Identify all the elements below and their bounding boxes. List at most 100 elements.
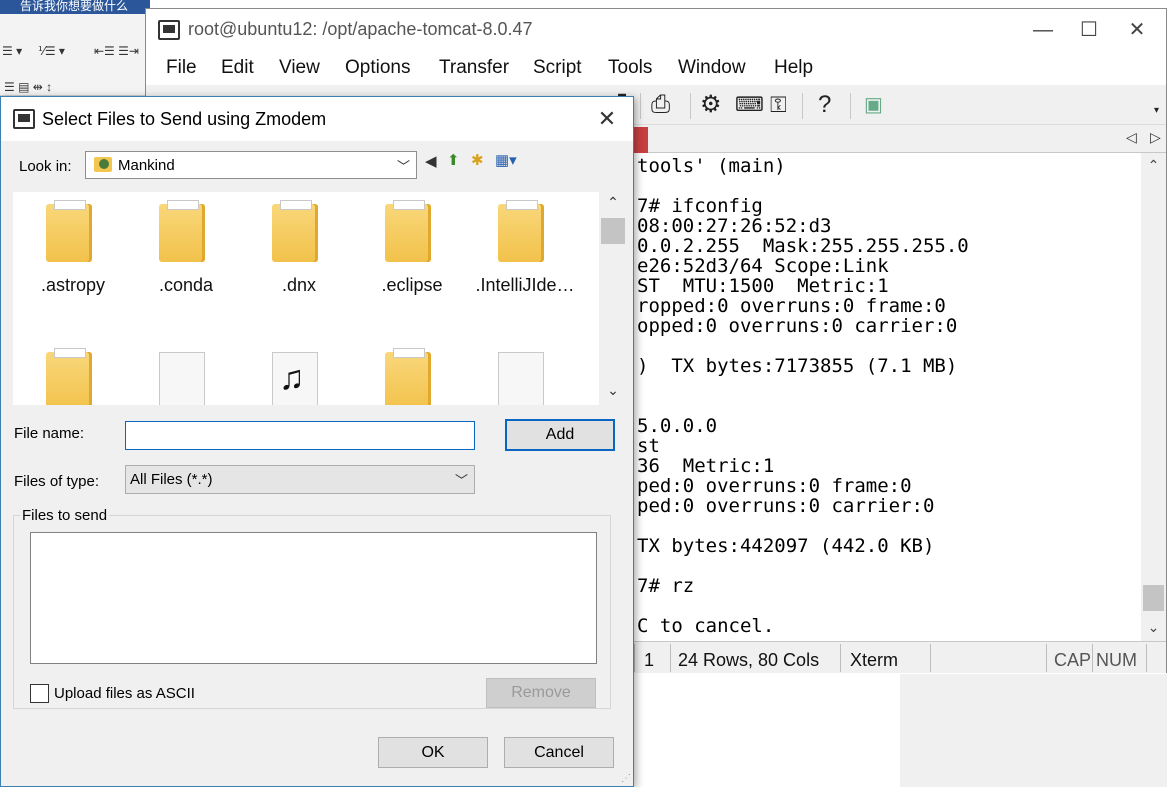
crt-titlebar: root@ubuntu12: /opt/apache-tomcat-8.0.47…: [146, 9, 1166, 51]
close-icon[interactable]: ✕: [1114, 15, 1160, 45]
new-folder-icon[interactable]: ✱: [471, 151, 484, 169]
status-separator: [1046, 644, 1047, 672]
print-icon[interactable]: ⎙: [651, 91, 670, 119]
align-left-icon[interactable]: ☰ ▤ ⇹ ↕: [4, 80, 52, 94]
minimize-icon[interactable]: —: [1020, 15, 1066, 45]
maximize-icon[interactable]: ☐: [1066, 15, 1112, 45]
file-name: .conda: [158, 275, 214, 295]
upload-ascii-label: Upload files as ASCII: [54, 685, 195, 702]
dialog-title: Select Files to Send using Zmodem: [42, 109, 327, 129]
background-panel: [900, 674, 1167, 787]
back-icon[interactable]: ◀: [425, 152, 437, 170]
scroll-thumb[interactable]: [1143, 585, 1164, 611]
resize-grip-icon[interactable]: ⋰: [621, 773, 631, 784]
status-line: 1: [644, 650, 655, 670]
folder-icon: [159, 200, 205, 262]
files-of-type-value: All Files (*.*): [130, 471, 213, 488]
toolbar-separator: [850, 93, 851, 119]
files-to-send-group: Files to send Upload files as ASCII Remo…: [13, 507, 611, 709]
files-to-send-label: Files to send: [20, 507, 110, 524]
keyboard-icon[interactable]: ⌨: [735, 91, 764, 119]
user-folder-icon: [94, 157, 112, 172]
file-icon: [159, 352, 205, 405]
file-name: .dnx: [281, 275, 317, 295]
look-in-label: Look in:: [19, 158, 72, 175]
zmodem-dialog: Select Files to Send using Zmodem ✕ Look…: [0, 96, 634, 787]
status-separator: [1146, 644, 1147, 672]
view-menu-icon[interactable]: ▦▾: [495, 151, 517, 169]
crt-window-title: root@ubuntu12: /opt/apache-tomcat-8.0.47: [188, 19, 533, 39]
file-name: .astropy: [40, 275, 106, 295]
menu-script[interactable]: Script: [533, 57, 582, 79]
folder-icon: [46, 200, 92, 262]
menu-window[interactable]: Window: [678, 57, 746, 79]
status-separator: [634, 644, 635, 672]
sftp-icon[interactable]: ▣: [864, 91, 883, 119]
scroll-down-icon[interactable]: ⌄: [1141, 619, 1166, 636]
up-folder-icon[interactable]: ⬆: [447, 151, 460, 169]
status-separator: [840, 644, 841, 672]
folder-item[interactable]: [13, 340, 113, 405]
dialog-close-icon[interactable]: ✕: [589, 105, 625, 133]
scroll-thumb[interactable]: [601, 218, 625, 244]
file-item[interactable]: [126, 340, 226, 405]
scroll-down-icon[interactable]: ⌄: [599, 382, 627, 399]
gear-icon[interactable]: ⚙: [700, 91, 722, 119]
list-numbered-icon[interactable]: ⅟☰ ▾: [38, 44, 65, 58]
folder-icon: [46, 348, 92, 405]
session-tab[interactable]: [634, 127, 648, 153]
background-area: [633, 674, 1167, 787]
files-to-send-list[interactable]: [30, 532, 597, 664]
folder-item[interactable]: .astropy: [13, 192, 113, 302]
menu-transfer[interactable]: Transfer: [439, 57, 509, 79]
toolbar-separator: [690, 93, 691, 119]
file-list-scrollbar[interactable]: ⌃ ⌄: [599, 192, 627, 405]
help-icon[interactable]: ?: [818, 91, 831, 119]
ok-button[interactable]: OK: [378, 737, 488, 768]
menu-options[interactable]: Options: [345, 57, 410, 79]
folder-icon: [385, 348, 431, 405]
background-editor-title: 告诉我你想要做什么: [0, 0, 150, 14]
file-item[interactable]: [239, 340, 339, 405]
chevron-down-icon: ﹀: [454, 473, 468, 488]
folder-item[interactable]: .dnx: [239, 192, 339, 302]
indent-decrease-icon[interactable]: ⇤☰ ☰⇥: [94, 44, 139, 58]
add-button[interactable]: Add: [505, 419, 615, 451]
terminal-scrollbar[interactable]: ⌃ ⌄: [1141, 153, 1166, 641]
menu-edit[interactable]: Edit: [221, 57, 254, 79]
tab-scroll-right-icon[interactable]: ▷: [1150, 129, 1161, 146]
file-icon: [498, 352, 544, 405]
files-of-type-select[interactable]: All Files (*.*) ﹀: [125, 465, 475, 494]
menu-view[interactable]: View: [279, 57, 320, 79]
folder-item[interactable]: .eclipse: [352, 192, 452, 302]
cancel-button[interactable]: Cancel: [504, 737, 614, 768]
list-bullets-icon[interactable]: ☰ ▾: [2, 44, 22, 58]
securecrt-app-icon: [158, 20, 180, 40]
toolbar-separator: [640, 93, 641, 119]
toolbar-overflow-icon[interactable]: ▾: [1154, 97, 1159, 125]
folder-item[interactable]: [352, 340, 452, 405]
folder-item[interactable]: .conda: [126, 192, 226, 302]
file-name: .eclipse: [381, 275, 443, 295]
desktop: 告诉我你想要做什么 ☰ ▾ ⅟☰ ▾ ⇤☰ ☰⇥ ☰ ▤ ⇹ ↕ root@ub…: [0, 0, 1167, 787]
menu-help[interactable]: Help: [774, 57, 813, 79]
scroll-up-icon[interactable]: ⌃: [599, 194, 627, 211]
remove-button[interactable]: Remove: [486, 678, 596, 708]
file-name: .IntelliJIde…: [475, 275, 575, 295]
folder-item[interactable]: .IntelliJIde…: [465, 192, 575, 302]
status-separator: [1092, 644, 1093, 672]
look-in-combo[interactable]: Mankind ﹀: [85, 151, 417, 179]
file-item[interactable]: [465, 340, 565, 405]
scroll-up-icon[interactable]: ⌃: [1141, 157, 1166, 174]
file-name-input[interactable]: [125, 421, 475, 450]
status-emulation: Xterm: [850, 650, 899, 670]
menu-file[interactable]: File: [166, 57, 197, 79]
status-separator: [930, 644, 931, 672]
file-list[interactable]: .astropy .conda .dnx .eclipse .IntelliJIde…: [13, 192, 599, 405]
keymap-icon[interactable]: ⚿: [770, 91, 787, 119]
status-separator: [670, 644, 671, 672]
menu-tools[interactable]: Tools: [608, 57, 652, 79]
music-file-icon: [272, 352, 318, 405]
tab-scroll-left-icon[interactable]: ◁: [1126, 129, 1137, 146]
upload-ascii-checkbox[interactable]: [30, 684, 49, 703]
